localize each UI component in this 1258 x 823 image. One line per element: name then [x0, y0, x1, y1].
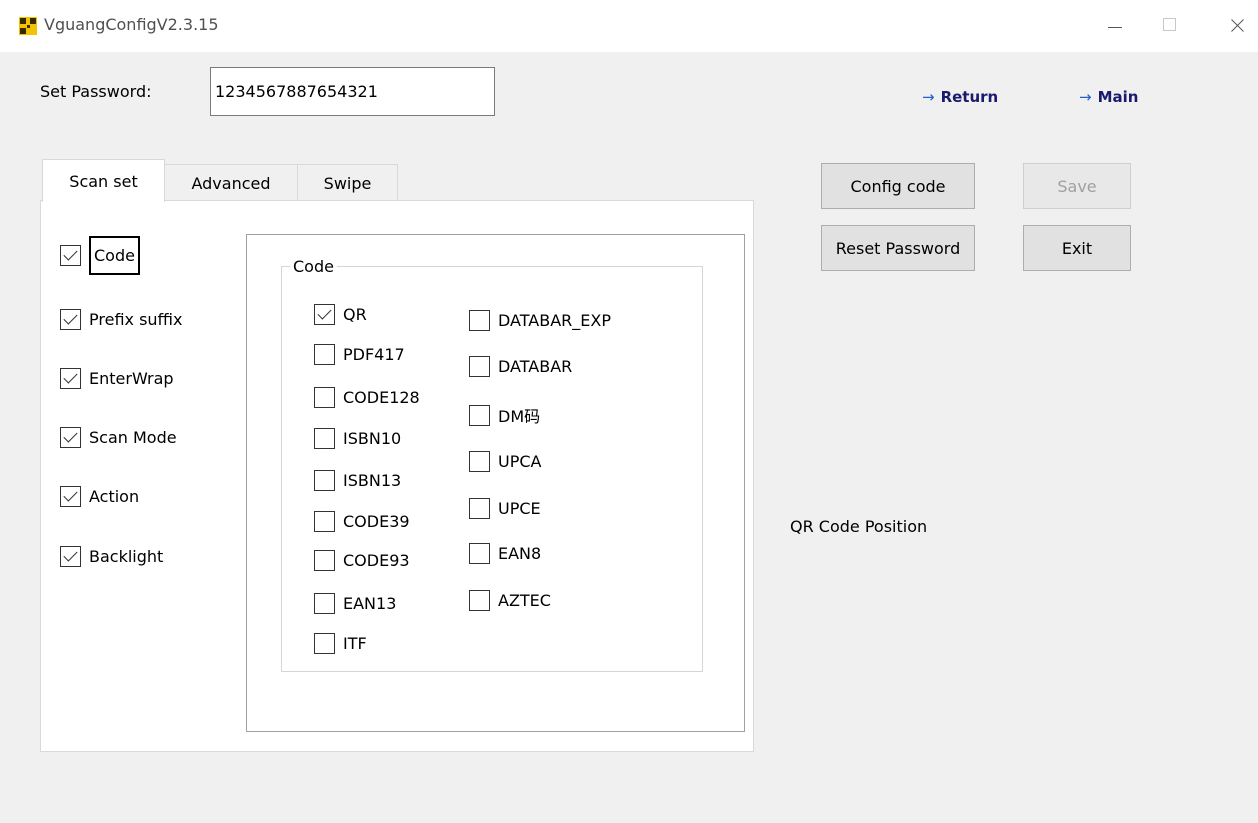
code-option-label: ITF — [343, 634, 367, 653]
code-option-isbn13[interactable]: ISBN13 — [314, 470, 401, 491]
scan-option-prefix-suffix[interactable]: Prefix suffix — [60, 309, 182, 330]
checkbox-qr[interactable] — [314, 304, 335, 325]
code-option-label: QR — [343, 305, 367, 324]
checkbox-upce[interactable] — [469, 498, 490, 519]
scan-option-label: Prefix suffix — [89, 310, 183, 329]
code-option-label: PDF417 — [343, 345, 405, 364]
maximize-icon[interactable] — [1156, 10, 1186, 40]
checkbox-code[interactable] — [60, 245, 81, 266]
code-option-code128[interactable]: CODE128 — [314, 387, 420, 408]
code-option-label: UPCA — [498, 452, 542, 471]
checkbox-itf[interactable] — [314, 633, 335, 654]
checkbox-code128[interactable] — [314, 387, 335, 408]
code-option-label: UPCE — [498, 499, 541, 518]
code-option-label: CODE39 — [343, 512, 410, 531]
code-option-label: DM码 — [498, 407, 541, 426]
scan-option-action[interactable]: Action — [60, 486, 139, 507]
app-icon — [19, 17, 37, 35]
code-group-title: Code — [290, 257, 337, 276]
code-option-label: ISBN10 — [343, 429, 402, 448]
checkbox-prefix-suffix[interactable] — [60, 309, 81, 330]
main-label: Main — [1097, 88, 1139, 106]
checkbox-enterwrap[interactable] — [60, 368, 81, 389]
code-option-code39[interactable]: CODE39 — [314, 511, 410, 532]
code-option-upca[interactable]: UPCA — [469, 451, 541, 472]
code-option-label: AZTEC — [498, 591, 551, 610]
scan-option-label: Scan Mode — [89, 428, 177, 447]
arrow-right-icon: → — [922, 88, 935, 106]
checkbox-databar[interactable] — [469, 356, 490, 377]
qr-code-position-label: QR Code Position — [790, 517, 928, 536]
code-option-label: DATABAR_EXP — [498, 311, 611, 330]
code-option-databar-exp[interactable]: DATABAR_EXP — [469, 310, 611, 331]
checkbox-ean8[interactable] — [469, 543, 490, 564]
scan-option-code[interactable]: Code — [60, 236, 140, 275]
checkbox-isbn13[interactable] — [314, 470, 335, 491]
code-option-label: ISBN13 — [343, 471, 402, 490]
tab-scan-set[interactable]: Scan set — [42, 159, 165, 202]
code-option-label: CODE93 — [343, 551, 410, 570]
code-option-itf[interactable]: ITF — [314, 633, 367, 654]
code-option-label: DATABAR — [498, 357, 573, 376]
code-option-isbn10[interactable]: ISBN10 — [314, 428, 401, 449]
scan-option-scan-mode[interactable]: Scan Mode — [60, 427, 177, 448]
code-option-aztec[interactable]: AZTEC — [469, 590, 551, 611]
code-option-pdf417[interactable]: PDF417 — [314, 344, 405, 365]
reset-password-button[interactable]: Reset Password — [821, 225, 975, 271]
save-button[interactable]: Save — [1023, 163, 1131, 209]
checkbox-upca[interactable] — [469, 451, 490, 472]
code-option-qr[interactable]: QR — [314, 304, 367, 325]
checkbox-aztec[interactable] — [469, 590, 490, 611]
code-option-ean13[interactable]: EAN13 — [314, 593, 396, 614]
code-option-code93[interactable]: CODE93 — [314, 550, 410, 571]
window-title: VguangConfigV2.3.15 — [44, 15, 219, 34]
scan-option-label: Action — [89, 487, 140, 506]
checkbox-isbn10[interactable] — [314, 428, 335, 449]
checkbox-databar-exp[interactable] — [469, 310, 490, 331]
exit-button[interactable]: Exit — [1023, 225, 1131, 271]
code-option-dm[interactable]: DM码 — [469, 403, 540, 427]
scan-option-enterwrap[interactable]: EnterWrap — [60, 368, 174, 389]
close-icon[interactable] — [1222, 10, 1252, 40]
password-label: Set Password: — [40, 82, 152, 101]
code-option-upce[interactable]: UPCE — [469, 498, 541, 519]
code-option-label: EAN13 — [343, 594, 397, 613]
arrow-right-icon: → — [1079, 88, 1092, 106]
checkbox-backlight[interactable] — [60, 546, 81, 567]
return-label: Return — [940, 88, 999, 106]
code-option-label: EAN8 — [498, 544, 542, 563]
tab-swipe[interactable]: Swipe — [297, 164, 398, 201]
code-option-ean8[interactable]: EAN8 — [469, 543, 541, 564]
checkbox-code39[interactable] — [314, 511, 335, 532]
scan-option-backlight[interactable]: Backlight — [60, 546, 163, 567]
app-window: VguangConfigV2.3.15 Set Password: → Retur… — [0, 0, 1258, 823]
checkbox-code93[interactable] — [314, 550, 335, 571]
checkbox-action[interactable] — [60, 486, 81, 507]
scan-option-label: EnterWrap — [89, 369, 174, 388]
checkbox-ean13[interactable] — [314, 593, 335, 614]
scan-option-label: Backlight — [89, 547, 164, 566]
password-input[interactable] — [210, 67, 495, 116]
code-option-databar[interactable]: DATABAR — [469, 356, 572, 377]
main-link[interactable]: → Main — [1079, 88, 1138, 106]
tab-advanced[interactable]: Advanced — [164, 164, 298, 201]
checkbox-pdf417[interactable] — [314, 344, 335, 365]
minimize-icon[interactable] — [1099, 10, 1129, 40]
title-bar: VguangConfigV2.3.15 — [0, 0, 1258, 52]
code-option-label: CODE128 — [343, 388, 420, 407]
scan-option-label: Code — [89, 236, 140, 275]
checkbox-scan-mode[interactable] — [60, 427, 81, 448]
return-link[interactable]: → Return — [922, 88, 998, 106]
checkbox-dm[interactable] — [469, 404, 490, 426]
config-code-button[interactable]: Config code — [821, 163, 975, 209]
